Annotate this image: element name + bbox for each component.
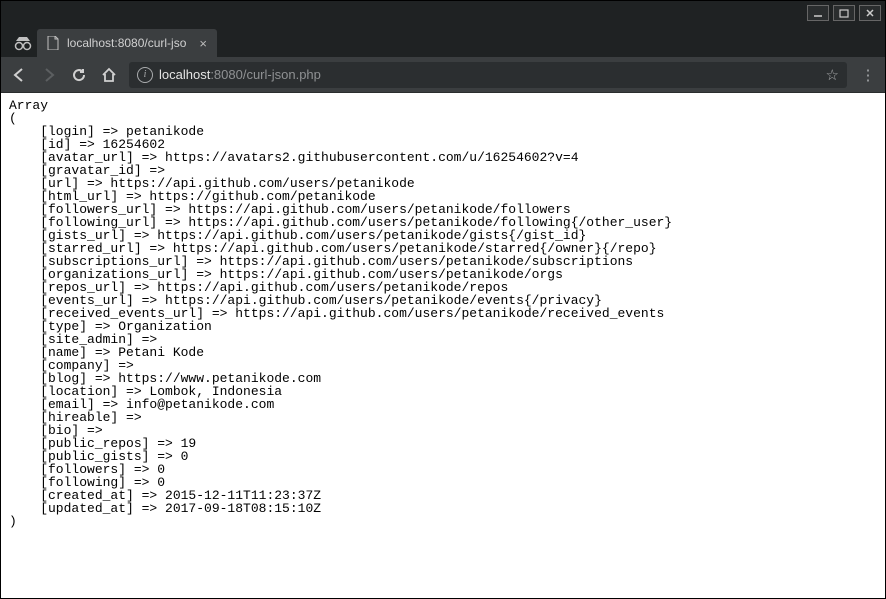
tabstrip: localhost:8080/curl-jso × <box>1 25 885 57</box>
forward-button <box>39 66 59 84</box>
site-info-icon[interactable]: i <box>137 67 153 83</box>
incognito-icon <box>9 35 37 57</box>
maximize-button[interactable] <box>833 5 855 21</box>
home-button[interactable] <box>99 67 119 83</box>
close-tab-icon[interactable]: × <box>199 36 207 51</box>
window-titlebar <box>1 1 885 25</box>
file-icon <box>47 36 59 50</box>
menu-button[interactable]: ⋮ <box>857 66 877 84</box>
browser-tab[interactable]: localhost:8080/curl-jso × <box>37 29 217 57</box>
close-window-button[interactable] <box>859 5 881 21</box>
minimize-button[interactable] <box>807 5 829 21</box>
back-button[interactable] <box>9 66 29 84</box>
page-content: Array ( [login] => petanikode [id] => 16… <box>1 93 885 598</box>
browser-toolbar: i localhost:8080/curl-json.php ☆ ⋮ <box>1 57 885 93</box>
url-text: localhost:8080/curl-json.php <box>159 67 321 82</box>
reload-button[interactable] <box>69 67 89 83</box>
bookmark-star-icon[interactable]: ☆ <box>826 66 839 84</box>
address-bar[interactable]: i localhost:8080/curl-json.php ☆ <box>129 62 847 88</box>
tab-title: localhost:8080/curl-jso <box>67 36 191 50</box>
